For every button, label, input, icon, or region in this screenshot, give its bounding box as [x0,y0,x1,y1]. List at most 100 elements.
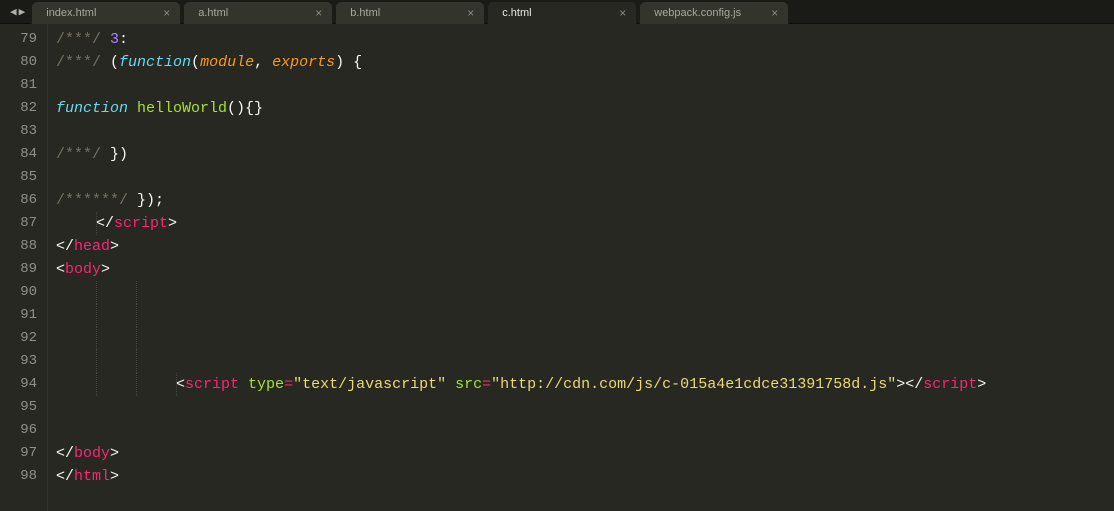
line-number: 91 [0,304,37,327]
token: > [977,376,986,393]
line-number: 97 [0,442,37,465]
token: script [114,215,168,232]
token: "text/javascript" [293,376,446,393]
token: < [176,376,185,393]
token: ( [191,54,200,71]
code-line[interactable] [56,166,986,189]
code-line[interactable] [56,350,986,373]
line-number: 79 [0,28,37,51]
nav-arrows: ◀ ▶ [4,0,31,23]
token: = [284,376,293,393]
token: head [74,238,110,255]
indent-guide [136,327,137,350]
token: body [74,445,110,462]
code-line[interactable]: /***/ (function(module, exports) { [56,51,986,74]
token: helloWorld [137,100,227,117]
token: src [455,376,482,393]
token: html [74,468,110,485]
code-line[interactable] [56,74,986,97]
line-number: 93 [0,350,37,373]
tab-b-html[interactable]: b.html × [335,1,485,24]
line-number: 89 [0,258,37,281]
token: /******/ [56,192,128,209]
tab-bar: index.html×a.html×b.html×c.html×webpack.… [31,0,791,24]
line-number: 80 [0,51,37,74]
token: > [110,445,119,462]
token [101,31,110,48]
token: ) { [335,54,362,71]
token: > [110,238,119,255]
code-line[interactable]: /***/ }) [56,143,986,166]
code-line[interactable]: </html> [56,465,986,488]
token: script [923,376,977,393]
line-number: 88 [0,235,37,258]
tab-index-html[interactable]: index.html× [31,1,181,24]
token: </ [56,445,74,462]
token: 3 [110,31,119,48]
line-number: 84 [0,143,37,166]
token: script [185,376,239,393]
code-line[interactable] [56,120,986,143]
tab-label: b.html [350,7,380,19]
code-area[interactable]: /***/ 3:/***/ (function(module, exports)… [48,24,986,511]
token: function [119,54,191,71]
code-line[interactable] [56,396,986,419]
code-line[interactable]: </body> [56,442,986,465]
close-icon[interactable]: × [611,6,626,20]
code-line[interactable]: <body> [56,258,986,281]
token: }) [101,146,128,163]
token: (){} [227,100,263,117]
token [446,376,455,393]
line-number: 95 [0,396,37,419]
token: < [56,261,65,278]
close-icon[interactable]: × [155,6,170,20]
code-line[interactable] [56,419,986,442]
tab-a-html[interactable]: a.html× [183,1,333,24]
indent-guide [96,373,97,396]
close-icon[interactable]: × [763,6,778,20]
close-icon[interactable]: × [459,6,474,20]
code-line[interactable]: </script> [56,212,986,235]
line-number: 98 [0,465,37,488]
code-line[interactable] [56,327,986,350]
line-number: 82 [0,97,37,120]
nav-back-icon[interactable]: ◀ [10,5,17,19]
tab-label: c.html [502,7,531,19]
token: module [200,54,254,71]
editor[interactable]: 7980818283848586878889909192939495969798… [0,24,1114,511]
token: : [119,31,128,48]
line-number: 81 [0,74,37,97]
line-number: 94 [0,373,37,396]
token: body [65,261,101,278]
token: type [248,376,284,393]
code-line[interactable]: /***/ 3: [56,28,986,51]
code-line[interactable] [56,281,986,304]
line-number: 86 [0,189,37,212]
token: /***/ [56,54,101,71]
token: }); [128,192,164,209]
line-number: 96 [0,419,37,442]
code-line[interactable] [56,304,986,327]
code-line[interactable]: /******/ }); [56,189,986,212]
indent-guide [136,373,137,396]
token: > [896,376,905,393]
code-line[interactable]: <script type="text/javascript" src="http… [56,373,986,396]
tab-label: webpack.config.js [654,7,741,19]
token: exports [272,54,335,71]
line-number: 90 [0,281,37,304]
indent-guide [96,212,97,235]
code-line[interactable]: </head> [56,235,986,258]
token: , [254,54,272,71]
token: </ [905,376,923,393]
titlebar: ◀ ▶ index.html×a.html×b.html×c.html×webp… [0,0,1114,24]
indent-guide [176,373,177,396]
nav-forward-icon[interactable]: ▶ [19,5,26,19]
tab-webpack-config-js[interactable]: webpack.config.js × [639,1,789,24]
close-icon[interactable]: × [307,6,322,20]
tab-c-html[interactable]: c.html × [487,1,637,24]
token: "http://cdn.com/js/c-015a4e1cdce31391758… [491,376,896,393]
token: = [482,376,491,393]
token [239,376,248,393]
token: /***/ [56,31,101,48]
code-line[interactable]: function helloWorld(){} [56,97,986,120]
